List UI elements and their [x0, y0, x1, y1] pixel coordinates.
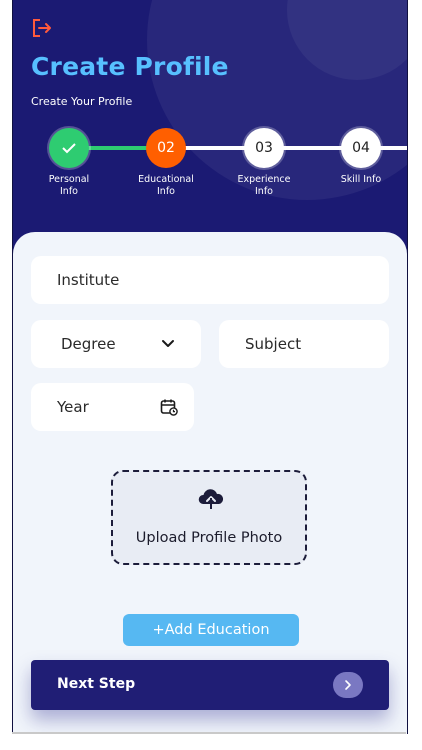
- step-label-line: Educational: [138, 174, 194, 185]
- degree-placeholder: Degree: [61, 335, 116, 353]
- next-step-button[interactable]: Next Step: [31, 660, 389, 710]
- step-label-line: Skill Info: [340, 174, 382, 185]
- chevron-right-icon: [333, 672, 363, 698]
- step-label: Educational Info: [126, 174, 206, 198]
- step-personal-info[interactable]: Personal Info: [29, 128, 109, 198]
- year-placeholder: Year: [57, 398, 89, 416]
- check-icon: [62, 143, 76, 154]
- step-label: Skill Info: [321, 174, 401, 186]
- step-experience-info[interactable]: 03 Experience Info: [224, 128, 304, 198]
- step-circle-pending: 04: [341, 128, 381, 168]
- upload-photo-label: Upload Profile Photo: [135, 530, 283, 546]
- institute-field[interactable]: Institute: [31, 256, 389, 304]
- device-bottom-edge: [12, 732, 406, 734]
- step-label-line: Personal: [48, 174, 90, 185]
- degree-select[interactable]: Degree: [31, 320, 201, 368]
- page-subtitle: Create Your Profile: [31, 95, 133, 108]
- step-skill-info[interactable]: 04 Skill Info: [321, 128, 401, 186]
- subject-placeholder: Subject: [245, 335, 302, 353]
- chevron-down-icon: [162, 340, 174, 347]
- step-label-line: Info: [157, 186, 175, 197]
- step-circle-active: 02: [146, 128, 186, 168]
- next-step-label: Next Step: [57, 676, 136, 692]
- cloud-upload-icon: [198, 489, 224, 509]
- step-circle-done: [49, 128, 89, 168]
- calendar-icon[interactable]: [160, 398, 178, 416]
- step-label-line: Experience: [237, 174, 291, 185]
- institute-placeholder: Institute: [57, 271, 120, 289]
- page-title: Create Profile: [31, 52, 229, 81]
- year-field[interactable]: Year: [31, 383, 194, 431]
- progress-stepper: Personal Info 02 Educational Info 03 Exp…: [13, 128, 407, 208]
- app-screen: Create Profile Create Your Profile Perso…: [12, 0, 408, 734]
- upload-photo-dropzone[interactable]: Upload Profile Photo: [111, 470, 307, 565]
- step-label-line: Info: [60, 186, 78, 197]
- step-label: Experience Info: [224, 174, 304, 198]
- step-circle-pending: 03: [244, 128, 284, 168]
- form-card: Institute Degree Subject Year Upload Pro…: [13, 232, 407, 734]
- step-label: Personal Info: [29, 174, 109, 198]
- step-label-line: Info: [255, 186, 273, 197]
- logout-icon[interactable]: [31, 18, 53, 38]
- add-education-button[interactable]: +Add Education: [123, 614, 299, 646]
- subject-field[interactable]: Subject: [219, 320, 389, 368]
- step-educational-info[interactable]: 02 Educational Info: [126, 128, 206, 198]
